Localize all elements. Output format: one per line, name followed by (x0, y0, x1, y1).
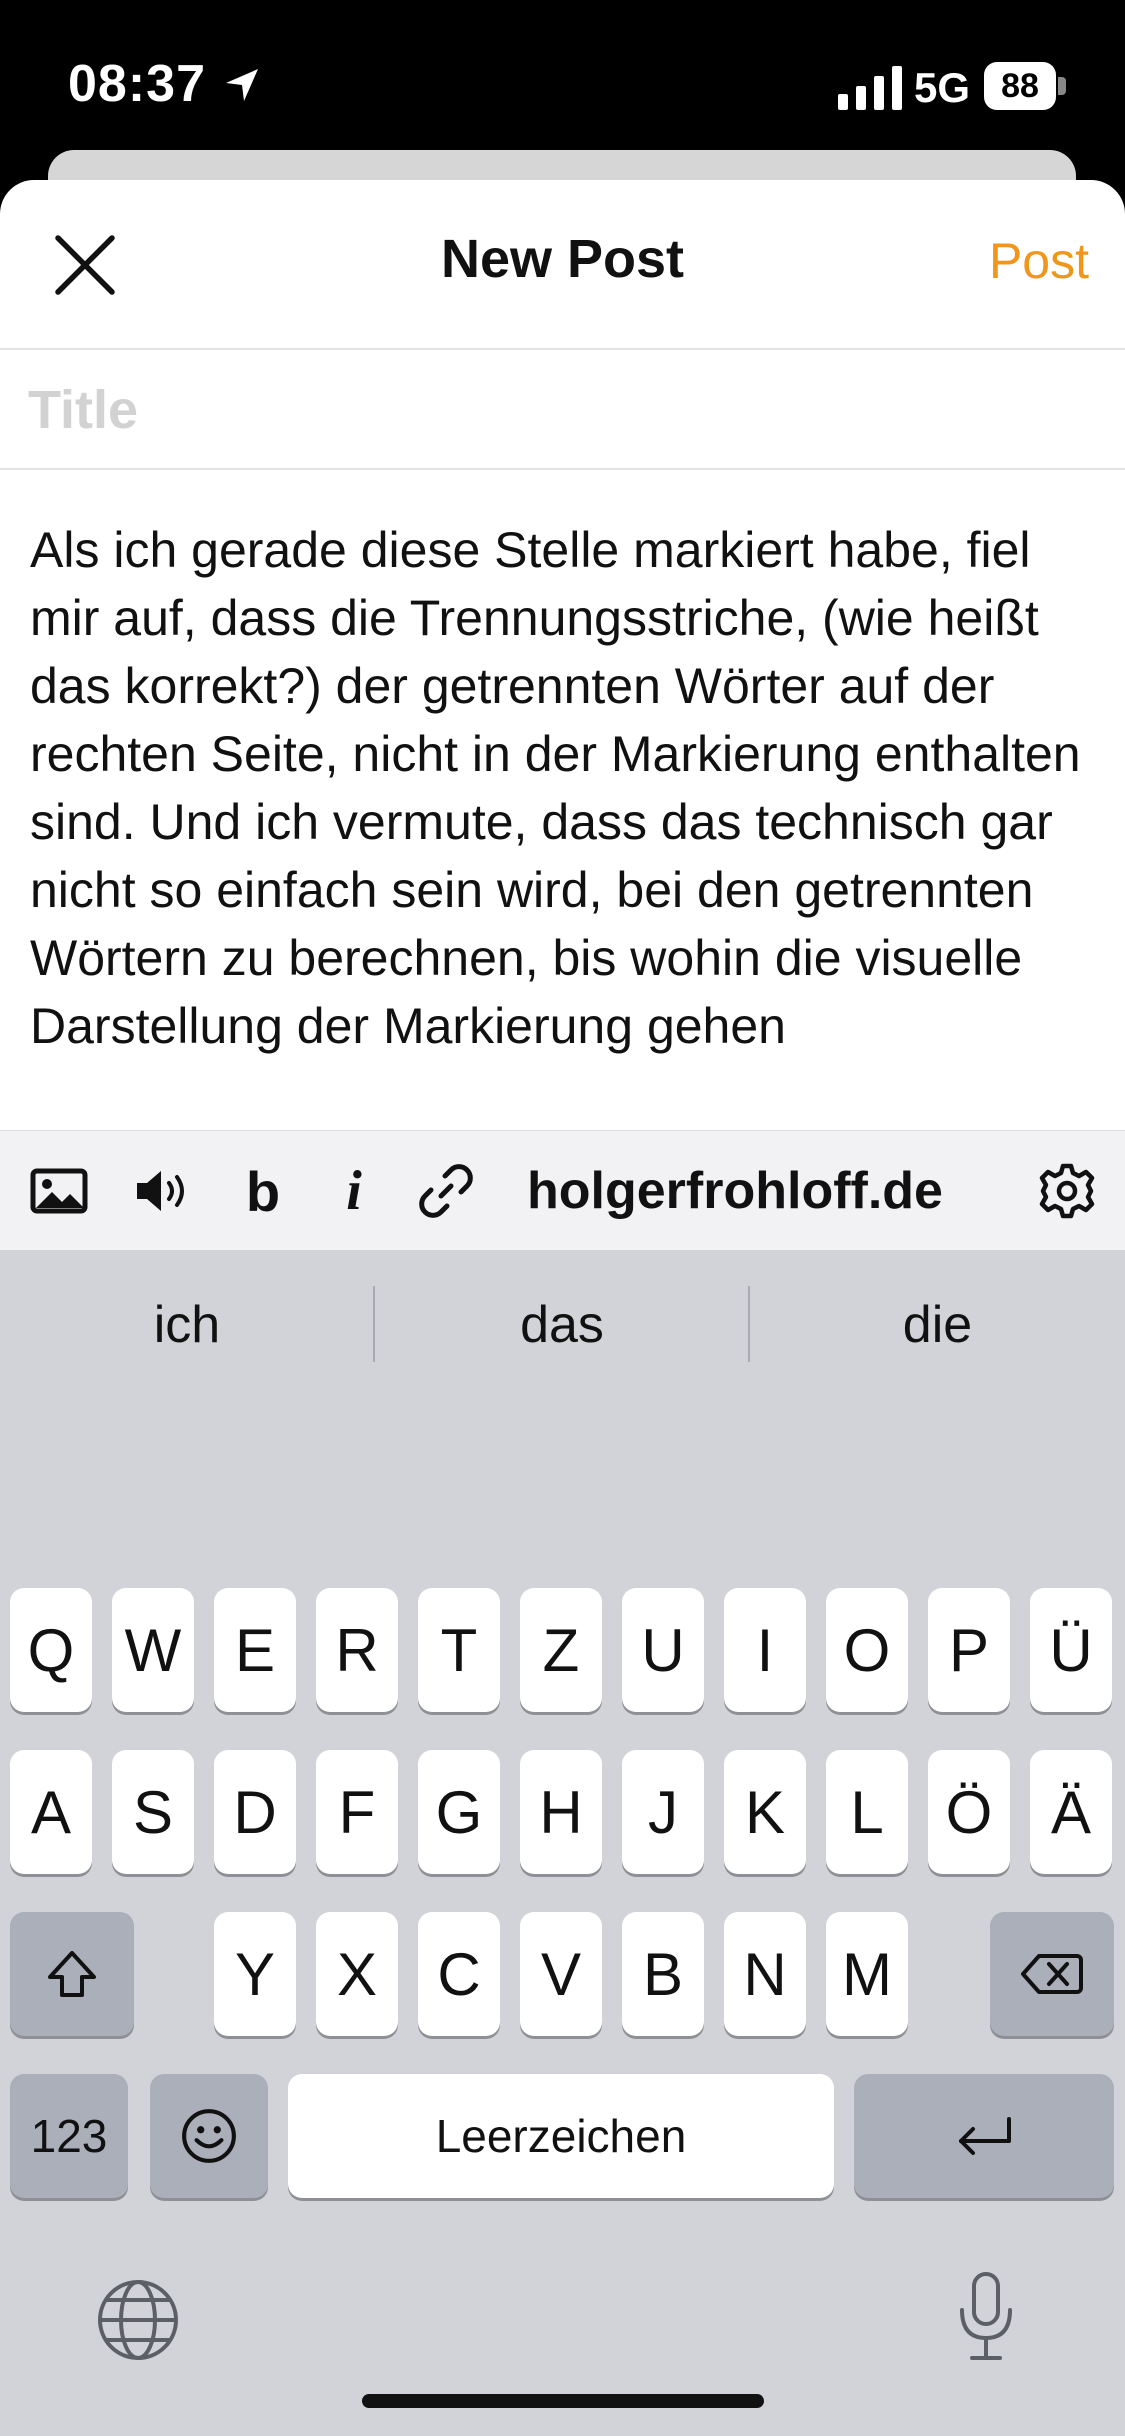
key-j[interactable]: J (622, 1750, 704, 1874)
formatting-toolbar: b i holgerfrohloff.de (0, 1130, 1125, 1251)
key-ö[interactable]: Ö (928, 1750, 1010, 1874)
key-u[interactable]: U (622, 1588, 704, 1712)
key-w[interactable]: W (112, 1588, 194, 1712)
backspace-icon (1021, 1954, 1083, 1994)
key-f[interactable]: F (316, 1750, 398, 1874)
link-icon[interactable] (414, 1159, 478, 1223)
status-bar: 08:37 5G 88 (0, 0, 1125, 150)
title-field (0, 350, 1125, 470)
gear-icon[interactable] (1036, 1159, 1098, 1223)
key-t[interactable]: T (418, 1588, 500, 1712)
microphone-icon[interactable] (956, 2270, 1016, 2366)
bold-button[interactable]: b (238, 1159, 288, 1223)
image-icon[interactable] (28, 1159, 90, 1223)
suggestion-3[interactable]: die (750, 1250, 1125, 1400)
network-type: 5G (914, 64, 971, 111)
return-icon (959, 2117, 1011, 2155)
key-i[interactable]: I (724, 1588, 806, 1712)
clock: 08:37 (68, 55, 206, 113)
key-c[interactable]: C (418, 1912, 500, 2036)
page-title: New Post (440, 229, 685, 289)
key-g[interactable]: G (418, 1750, 500, 1874)
key-h[interactable]: H (520, 1750, 602, 1874)
home-indicator (362, 2394, 764, 2408)
key-z[interactable]: Z (520, 1588, 602, 1712)
battery-level: 88 (1001, 67, 1039, 105)
key-ä[interactable]: Ä (1030, 1750, 1112, 1874)
emoji-key[interactable] (150, 2074, 268, 2198)
location-arrow-icon (226, 69, 258, 101)
key-b[interactable]: B (622, 1912, 704, 2036)
key-d[interactable]: D (214, 1750, 296, 1874)
suggestion-2[interactable]: das (375, 1250, 749, 1400)
key-o[interactable]: O (826, 1588, 908, 1712)
key-y[interactable]: Y (214, 1912, 296, 2036)
key-e[interactable]: E (214, 1588, 296, 1712)
post-button[interactable]: Post (989, 232, 1089, 290)
italic-button[interactable]: i (334, 1159, 374, 1223)
nav-bar: New Post Post (0, 180, 1125, 350)
key-x[interactable]: X (316, 1912, 398, 2036)
site-selector[interactable]: holgerfrohloff.de (520, 1159, 950, 1223)
key-q[interactable]: Q (10, 1588, 92, 1712)
emoji-icon (182, 2109, 236, 2163)
battery-icon: 88 (984, 62, 1066, 110)
key-l[interactable]: L (826, 1750, 908, 1874)
cellular-signal-icon (838, 66, 902, 110)
key-n[interactable]: N (724, 1912, 806, 2036)
return-key[interactable] (854, 2074, 1114, 2198)
key-p[interactable]: P (928, 1588, 1010, 1712)
globe-icon[interactable] (96, 2278, 180, 2362)
key-m[interactable]: M (826, 1912, 908, 2036)
key-a[interactable]: A (10, 1750, 92, 1874)
shift-key[interactable] (10, 1912, 134, 2036)
audio-icon[interactable] (132, 1159, 194, 1223)
suggestion-bar: ich das die (0, 1250, 1125, 1400)
space-key[interactable]: Leerzeichen (288, 2074, 834, 2198)
shift-icon (48, 1951, 96, 1997)
key-v[interactable]: V (520, 1912, 602, 2036)
title-input[interactable] (26, 350, 1100, 470)
key-ü[interactable]: Ü (1030, 1588, 1112, 1712)
numbers-key[interactable]: 123 (10, 2074, 128, 2198)
suggestion-1[interactable]: ich (0, 1250, 374, 1400)
key-r[interactable]: R (316, 1588, 398, 1712)
key-s[interactable]: S (112, 1750, 194, 1874)
backspace-key[interactable] (990, 1912, 1114, 2036)
key-k[interactable]: K (724, 1750, 806, 1874)
